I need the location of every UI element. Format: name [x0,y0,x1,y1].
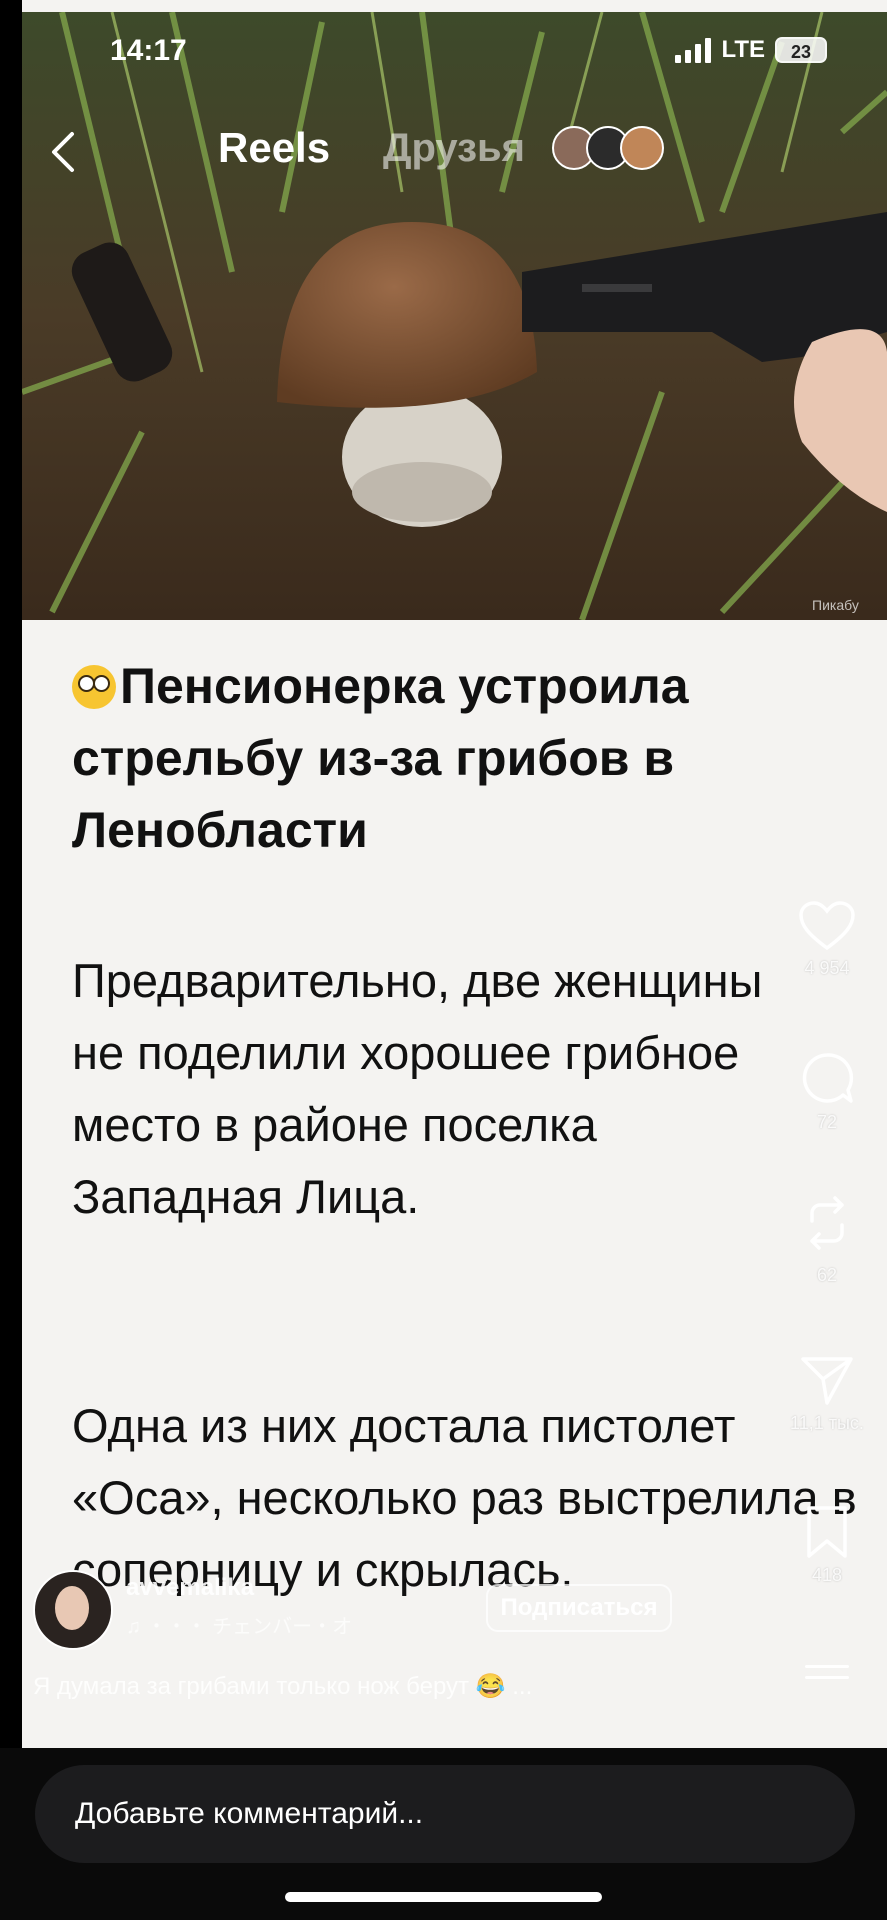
post-headline: Пенсионерка устроила стрельбу из-за гриб… [72,658,689,858]
more-menu-icon[interactable] [805,1665,849,1691]
back-chevron-icon[interactable] [44,128,84,176]
friend-avatar [620,126,664,170]
comment-placeholder: Добавьте комментарий... [75,1797,424,1830]
likes-count: 4 954 [804,958,850,978]
comment-input[interactable]: Добавьте комментарий... [35,1765,855,1863]
share-button[interactable]: 11,1 тыс. [767,1355,887,1434]
network-type: LTE [721,36,765,63]
reel-caption[interactable]: Я думала за грибами только нож берут 😂 .… [33,1672,532,1701]
author-row: avvemalika ♫ ・・・ チェンバー・オ Подписаться [33,1570,853,1660]
reel-content[interactable]: Пикабу Пенсионерка устроила стрельбу из-… [22,0,887,1748]
reposts-count: 62 [816,1265,838,1285]
author-username[interactable]: avvemalika [126,1574,254,1602]
bookmark-icon [807,1506,847,1558]
flushed-emoji-icon [72,665,116,709]
heart-icon [799,901,855,951]
audio-track[interactable]: ♫ ・・・ チェンバー・オ [126,1610,352,1639]
home-indicator[interactable] [285,1892,602,1902]
like-button[interactable]: 4 954 [767,900,887,979]
subscribe-button[interactable]: Подписаться [486,1584,672,1632]
photo-credit: Пикабу [812,597,859,613]
repost-button[interactable]: 62 [767,1195,887,1286]
comment-bubble-icon [802,1053,854,1103]
tab-friends[interactable]: Друзья [383,126,525,171]
battery-icon: 23 [775,37,827,63]
post-paragraph-1: Предварительно, две женщины не поделили … [72,954,763,1223]
author-avatar[interactable] [33,1570,113,1650]
repost-icon [810,1196,844,1250]
friends-avatars[interactable] [552,126,664,170]
tab-reels[interactable]: Reels [218,124,330,172]
comments-count: 72 [816,1112,838,1132]
battery-level: 23 [790,42,812,62]
status-bar: 14:17 LTE 23 [0,28,887,74]
signal-icon [675,37,712,63]
status-time: 14:17 [110,34,187,67]
send-icon [801,1357,853,1405]
comments-button[interactable]: 72 [767,1050,887,1133]
shares-count: 11,1 тыс. [790,1413,864,1433]
post-photo: Пикабу [22,12,887,620]
reels-top-nav: Reels Друзья [0,120,887,180]
